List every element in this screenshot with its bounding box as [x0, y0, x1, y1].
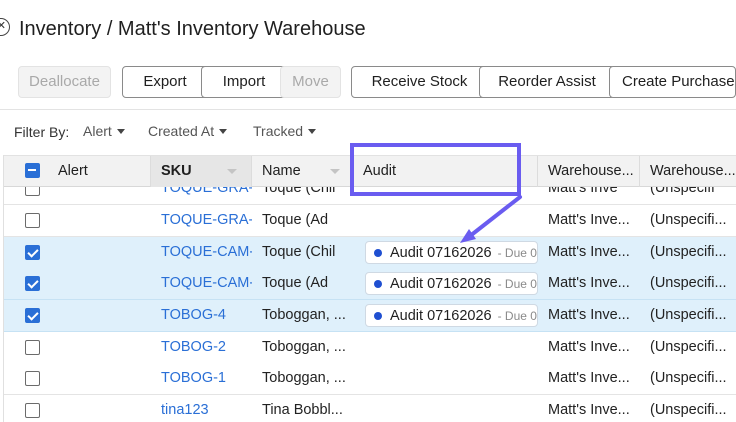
status-dot-icon — [374, 280, 382, 288]
location-cell: (Unspecifi... — [650, 244, 727, 260]
row-checkbox[interactable] — [25, 187, 40, 196]
warehouse-cell: Matt's Inve — [548, 187, 618, 196]
column-header-alert[interactable]: Alert — [48, 156, 151, 187]
audit-name: Audit 07162026 — [390, 276, 492, 292]
audit-chip[interactable]: Audit 07162026 - Due 0 — [365, 241, 538, 264]
location-cell: (Unspecifi... — [650, 275, 727, 291]
name-cell: Toque (Chil — [262, 244, 336, 260]
close-icon[interactable]: ✕ — [0, 18, 10, 36]
sku-link[interactable]: TOBOG-2 — [161, 332, 252, 363]
name-cell: Toque (Chil — [262, 187, 336, 196]
audit-due-date: - Due 0 — [497, 246, 537, 260]
table-row[interactable]: TOQUE-GRA- Toque (Ad Matt's Inve... (Unspec… — [4, 205, 736, 237]
warehouse-cell: Matt's Inve... — [548, 339, 630, 355]
create-purchase-order-button[interactable]: Create Purchase O — [609, 66, 736, 98]
table-row[interactable]: TOBOG-1 Toboggan, ... Matt's Inve... (Unspe… — [4, 363, 736, 395]
audit-name: Audit 07162026 — [390, 308, 492, 324]
audit-column-highlight-annotation — [350, 143, 521, 196]
location-cell: (Unspecifi... — [650, 339, 727, 355]
table-row[interactable]: TOBOG-4 Toboggan, ... Audit 07162026 - Due … — [4, 300, 736, 332]
name-cell: Toboggan, ... — [262, 339, 346, 355]
select-all-checkbox[interactable] — [25, 163, 40, 178]
column-header-warehouse-location[interactable]: Warehouse... — [640, 156, 736, 187]
row-checkbox[interactable] — [25, 276, 40, 291]
filter-alert[interactable]: Alert — [83, 123, 125, 139]
table-body: TOQUE-GRA- Toque (Chil Matt's Inve (Unspeci… — [4, 187, 736, 422]
sku-link[interactable]: TOBOG-4 — [161, 300, 252, 331]
location-cell: (Unspecifi... — [650, 402, 727, 418]
export-button[interactable]: Export — [122, 66, 208, 98]
chevron-down-icon — [116, 129, 125, 134]
sort-caret-icon — [330, 169, 340, 174]
column-header-sku[interactable]: SKU — [151, 156, 252, 187]
column-header-name[interactable]: Name — [252, 156, 353, 187]
location-cell: (Unspecifi... — [650, 370, 727, 386]
filter-by-label: Filter By: — [14, 124, 70, 140]
move-button[interactable]: Move — [280, 66, 341, 98]
warehouse-cell: Matt's Inve... — [548, 370, 630, 386]
column-header-warehouse[interactable]: Warehouse... — [538, 156, 640, 187]
audit-name: Audit 07162026 — [390, 245, 492, 261]
deallocate-button[interactable]: Deallocate — [18, 66, 111, 98]
location-cell: (Unspecifi... — [650, 212, 727, 228]
row-checkbox[interactable] — [25, 245, 40, 260]
sku-link[interactable]: TOQUE-CAM- — [161, 268, 252, 299]
sku-link[interactable]: TOQUE-CAM- — [161, 237, 252, 268]
filter-tracked[interactable]: Tracked — [253, 123, 317, 139]
table-row[interactable]: TOQUE-CAM- Toque (Ad Audit 07162026 - Due 0… — [4, 268, 736, 300]
select-all-cell — [4, 156, 48, 187]
import-button[interactable]: Import — [201, 66, 287, 98]
warehouse-cell: Matt's Inve... — [548, 275, 630, 291]
warehouse-cell: Matt's Inve... — [548, 307, 630, 323]
warehouse-cell: Matt's Inve... — [548, 244, 630, 260]
filter-created-at[interactable]: Created At — [148, 123, 228, 139]
sku-link[interactable]: TOQUE-GRA- — [161, 205, 252, 236]
table-row[interactable]: TOQUE-CAM- Toque (Chil Audit 07162026 - Due… — [4, 237, 736, 269]
name-cell: Toque (Ad — [262, 275, 329, 291]
row-checkbox[interactable] — [25, 308, 40, 323]
name-cell: Tina Bobbl... — [262, 402, 343, 418]
status-dot-icon — [374, 249, 382, 257]
receive-stock-button[interactable]: Receive Stock — [351, 66, 488, 98]
location-cell: (Unspecifi... — [650, 307, 727, 323]
chevron-down-icon — [219, 129, 228, 134]
sku-link[interactable]: TOQUE-GRA- — [161, 187, 252, 204]
name-cell: Toboggan, ... — [262, 307, 346, 323]
row-checkbox[interactable] — [25, 340, 40, 355]
name-cell: Toque (Ad — [262, 212, 329, 228]
name-cell: Toboggan, ... — [262, 370, 346, 386]
row-checkbox[interactable] — [25, 213, 40, 228]
table-row[interactable]: TOBOG-2 Toboggan, ... Matt's Inve... (Unspe… — [4, 332, 736, 364]
status-dot-icon — [374, 312, 382, 320]
page-title: Inventory / Matt's Inventory Warehouse — [19, 18, 366, 40]
location-cell: (Unspecifi — [650, 187, 715, 196]
sort-caret-icon — [227, 169, 237, 174]
audit-chip[interactable]: Audit 07162026 - Due 0 — [365, 272, 538, 295]
table-row[interactable]: tina123 Tina Bobbl... Matt's Inve... (Unspe… — [4, 395, 736, 422]
sku-link[interactable]: TOBOG-1 — [161, 363, 252, 394]
warehouse-cell: Matt's Inve... — [548, 402, 630, 418]
warehouse-cell: Matt's Inve... — [548, 212, 630, 228]
row-checkbox[interactable] — [25, 371, 40, 386]
audit-due-date: - Due 0 — [497, 277, 537, 291]
reorder-assist-button[interactable]: Reorder Assist — [479, 66, 615, 98]
row-checkbox[interactable] — [25, 403, 40, 418]
audit-due-date: - Due 0 — [497, 309, 537, 323]
sku-link[interactable]: tina123 — [161, 395, 252, 422]
audit-chip[interactable]: Audit 07162026 - Due 0 — [365, 304, 538, 327]
chevron-down-icon — [308, 129, 317, 134]
